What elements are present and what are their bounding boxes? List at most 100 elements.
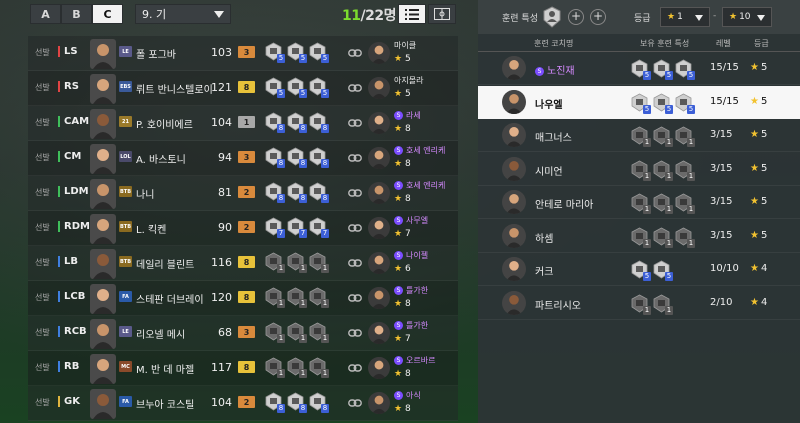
trait-badge: 1 <box>652 126 673 147</box>
pitch-view-button[interactable] <box>428 4 456 24</box>
coach-photo[interactable] <box>368 287 390 309</box>
coach-photo[interactable] <box>368 147 390 169</box>
link-icon[interactable] <box>348 222 362 234</box>
trait-level: 1 <box>299 369 307 378</box>
trait-filter-icon[interactable] <box>542 6 562 28</box>
coach-photo[interactable] <box>368 217 390 239</box>
trait-badge: 8 <box>264 392 285 413</box>
add-trait-button-2[interactable]: + <box>590 9 606 25</box>
link-icon[interactable] <box>348 82 362 94</box>
link-icon[interactable] <box>348 292 362 304</box>
trait-badge: 1 <box>652 160 673 181</box>
trait-badge: 7 <box>286 217 307 238</box>
star-icon: ★ <box>394 404 403 414</box>
player-row[interactable]: 선발 RDM BTB L. 킥켄 90 2 7 7 7 S 사무엘 ★ 7 <box>28 211 458 246</box>
player-photo <box>90 214 116 244</box>
player-traits: 1 1 1 <box>264 322 329 343</box>
player-row[interactable]: 선발 CAM 21 P. 호이비에르 104 1 8 8 8 S 라세 ★ 8 <box>28 106 458 141</box>
premium-s-icon: S <box>394 391 403 400</box>
player-row[interactable]: 선발 LDM BTB 나니 81 2 8 8 8 S 호세 엔리케 ★ 8 <box>28 176 458 211</box>
coach-photo[interactable] <box>368 357 390 379</box>
coach-photo[interactable] <box>368 392 390 414</box>
upgrade-grade-badge: 3 <box>238 151 255 163</box>
link-icon[interactable] <box>348 187 362 199</box>
coach-level: 15/15 <box>710 95 739 107</box>
formation-dropdown[interactable]: 9. 기 <box>135 4 231 24</box>
coach-photo[interactable] <box>368 182 390 204</box>
grade-max-dropdown[interactable]: ★ 10 <box>722 7 772 27</box>
position-label: RDM <box>58 221 90 232</box>
coach-row[interactable]: 시미언 1 1 1 3/15 ★ 5 <box>478 153 800 186</box>
player-name: A. 바스토니 <box>136 155 186 166</box>
squad-tab-c[interactable]: C <box>92 4 123 24</box>
coach-avatar <box>502 223 526 248</box>
coach-name: S 사무엘 <box>394 215 428 226</box>
trait-level: 5 <box>643 272 651 281</box>
coach-row[interactable]: 파트리시오 1 1 2/10 ★ 4 <box>478 287 800 320</box>
grade-min-dropdown[interactable]: ★ 1 <box>660 7 710 27</box>
link-icon[interactable] <box>348 327 362 339</box>
trait-level: 5 <box>665 71 673 80</box>
coach-row[interactable]: S 노진재 5 5 5 15/15 ★ 5 <box>478 52 800 85</box>
link-icon[interactable] <box>348 152 362 164</box>
player-row[interactable]: 선발 GK FA 브누아 코스틸 104 2 8 8 8 S 아식 ★ 8 <box>28 386 458 421</box>
trait-badge: 5 <box>674 93 695 114</box>
coach-row[interactable]: 안테로 마리아 1 1 1 3/15 ★ 5 <box>478 186 800 219</box>
player-row[interactable]: 선발 LB BTB 데일리 블린트 116 8 1 1 1 S 나이젤 ★ 6 <box>28 246 458 281</box>
trait-level: 8 <box>299 404 307 413</box>
coach-grade: ★ 8 <box>394 404 411 414</box>
player-row[interactable]: 선발 CM LOL A. 바스토니 94 3 8 8 8 S 호세 엔리케 ★ 8 <box>28 141 458 176</box>
coach-photo[interactable] <box>368 112 390 134</box>
coach-level: 3/15 <box>710 196 733 207</box>
trait-badge: 8 <box>286 182 307 203</box>
coach-photo[interactable] <box>368 322 390 344</box>
squad-tab-b[interactable]: B <box>61 4 92 24</box>
player-row[interactable]: 선발 RS EBS 뤼트 반니스텔로이 121 8 5 5 5 아지몰라 ★ 5 <box>28 71 458 106</box>
coach-grade: ★ 7 <box>394 229 411 239</box>
star-icon: ★ <box>394 89 403 99</box>
star-icon: ★ <box>667 12 676 22</box>
coach-photo[interactable] <box>368 42 390 64</box>
coach-name: S 틀가한 <box>394 320 428 331</box>
header-coach-name: 훈련 코치명 <box>534 39 574 48</box>
starter-label: 선발 <box>35 118 50 127</box>
coach-row[interactable]: 나우엘 5 5 5 15/15 ★ 5 <box>478 85 800 119</box>
link-icon[interactable] <box>348 117 362 129</box>
add-trait-button-1[interactable]: + <box>568 9 584 25</box>
header-level: 레벨 <box>716 39 731 48</box>
player-ovr: 103 <box>211 46 232 59</box>
list-view-button[interactable] <box>398 4 426 24</box>
player-photo <box>90 144 116 174</box>
coach-filter-bar: 훈련 특성 + + 등급 ★ 1 - ★ 10 <box>478 0 800 34</box>
player-row[interactable]: 선발 LS LE 폴 포그바 103 3 5 5 5 마이클 ★ 5 <box>28 36 458 71</box>
premium-s-icon: S <box>394 251 403 260</box>
coach-row[interactable]: 커크 5 5 10/10 ★ 4 <box>478 253 800 286</box>
star-icon: ★ <box>394 369 403 379</box>
trait-badge: 1 <box>264 287 285 308</box>
coach-traits: 1 1 1 <box>630 193 695 214</box>
player-photo <box>90 39 116 69</box>
coach-photo[interactable] <box>368 252 390 274</box>
position-label: LDM <box>58 186 89 197</box>
player-row[interactable]: 선발 LCB FA 스테판 더브레이 120 8 1 1 1 S 틀가한 ★ 8 <box>28 281 458 316</box>
season-badge: FA <box>119 291 132 302</box>
premium-s-icon: S <box>394 286 403 295</box>
coach-row[interactable]: 하셈 1 1 1 3/15 ★ 5 <box>478 220 800 253</box>
trait-badge: 5 <box>308 77 329 98</box>
link-icon[interactable] <box>348 257 362 269</box>
trait-badge: 1 <box>308 252 329 273</box>
trait-level: 8 <box>277 159 285 168</box>
trait-badge: 1 <box>652 193 673 214</box>
player-row[interactable]: 선발 RB MC M. 반 데 마젤 117 8 1 1 1 S 오르바르 ★ 8 <box>28 351 458 386</box>
coach-photo[interactable] <box>368 77 390 99</box>
link-icon[interactable] <box>348 397 362 409</box>
link-icon[interactable] <box>348 47 362 59</box>
star-icon: ★ <box>394 229 403 239</box>
coach-row[interactable]: 매그너스 1 1 1 3/15 ★ 5 <box>478 119 800 152</box>
coach-grade: ★ 8 <box>394 299 411 309</box>
squad-tab-a[interactable]: A <box>30 4 61 24</box>
link-icon[interactable] <box>348 362 362 374</box>
player-name: L. 킥켄 <box>136 225 167 236</box>
trait-level: 1 <box>321 334 329 343</box>
player-row[interactable]: 선발 RCB LE 리오넬 메시 68 3 1 1 1 S 틀가한 ★ 7 <box>28 316 458 351</box>
